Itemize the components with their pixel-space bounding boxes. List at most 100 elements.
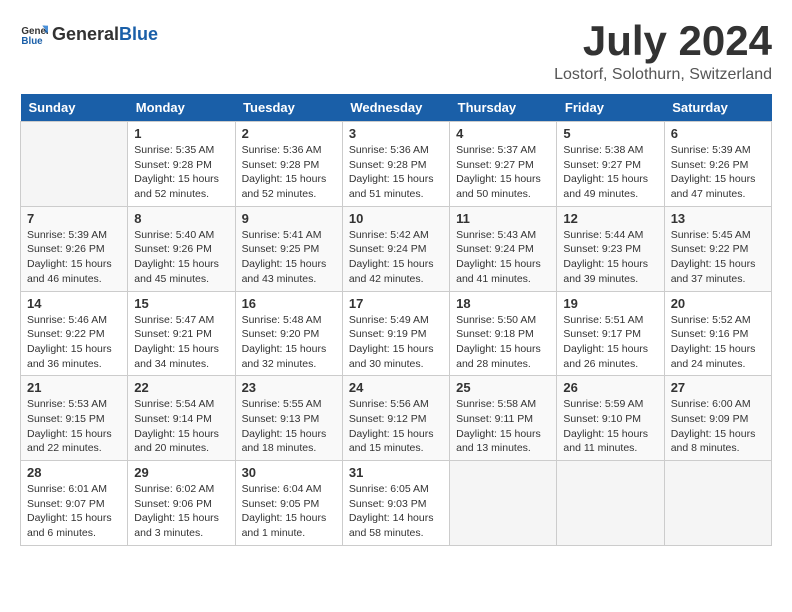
week-row-2: 7 Sunrise: 5:39 AM Sunset: 9:26 PM Daylig…	[21, 206, 772, 291]
calendar-cell: 29Sunrise: 6:02 AM Sunset: 9:06 PM Dayli…	[128, 461, 235, 546]
calendar-cell	[557, 461, 664, 546]
calendar-cell: 17 Sunrise: 5:49 AM Sunset: 9:19 PM Dayli…	[342, 291, 449, 376]
day-info: Sunrise: 5:45 AM Sunset: 9:22 PM Dayligh…	[671, 228, 765, 287]
calendar-cell: 3 Sunrise: 5:36 AM Sunset: 9:28 PM Daylig…	[342, 122, 449, 207]
day-info: Sunrise: 5:49 AM Sunset: 9:19 PM Dayligh…	[349, 313, 443, 372]
day-number: 30	[242, 465, 336, 480]
calendar-cell: 15Sunrise: 5:47 AM Sunset: 9:21 PM Dayli…	[128, 291, 235, 376]
calendar-cell	[450, 461, 557, 546]
day-info: Sunrise: 5:48 AM Sunset: 9:20 PM Dayligh…	[242, 313, 336, 372]
day-number: 18	[456, 296, 550, 311]
calendar-cell: 23Sunrise: 5:55 AM Sunset: 9:13 PM Dayli…	[235, 376, 342, 461]
day-info: Sunrise: 5:44 AM Sunset: 9:23 PM Dayligh…	[563, 228, 657, 287]
calendar-cell: 30 Sunrise: 6:04 AM Sunset: 9:05 PM Dayli…	[235, 461, 342, 546]
day-number: 5	[563, 126, 657, 141]
calendar-cell: 18Sunrise: 5:50 AM Sunset: 9:18 PM Dayli…	[450, 291, 557, 376]
day-info: Sunrise: 5:55 AM Sunset: 9:13 PM Dayligh…	[242, 397, 336, 456]
weekday-header-sunday: Sunday	[21, 94, 128, 122]
day-info: Sunrise: 5:56 AM Sunset: 9:12 PM Dayligh…	[349, 397, 443, 456]
day-number: 26	[563, 380, 657, 395]
day-number: 14	[27, 296, 121, 311]
day-number: 17	[349, 296, 443, 311]
day-number: 7	[27, 211, 121, 226]
day-info: Sunrise: 5:46 AM Sunset: 9:22 PM Dayligh…	[27, 313, 121, 372]
weekday-header-saturday: Saturday	[664, 94, 771, 122]
logo-blue: Blue	[119, 24, 158, 44]
day-number: 22	[134, 380, 228, 395]
day-info: Sunrise: 5:59 AM Sunset: 9:10 PM Dayligh…	[563, 397, 657, 456]
calendar-cell: 27 Sunrise: 6:00 AM Sunset: 9:09 PM Dayli…	[664, 376, 771, 461]
day-info: Sunrise: 5:42 AM Sunset: 9:24 PM Dayligh…	[349, 228, 443, 287]
day-number: 20	[671, 296, 765, 311]
day-number: 16	[242, 296, 336, 311]
day-info: Sunrise: 5:35 AM Sunset: 9:28 PM Dayligh…	[134, 143, 228, 202]
calendar-cell: 4 Sunrise: 5:37 AM Sunset: 9:27 PM Daylig…	[450, 122, 557, 207]
day-number: 2	[242, 126, 336, 141]
day-info: Sunrise: 5:47 AM Sunset: 9:21 PM Dayligh…	[134, 313, 228, 372]
calendar-cell: 6 Sunrise: 5:39 AM Sunset: 9:26 PM Daylig…	[664, 122, 771, 207]
day-number: 31	[349, 465, 443, 480]
day-number: 9	[242, 211, 336, 226]
calendar-cell: 16 Sunrise: 5:48 AM Sunset: 9:20 PM Dayli…	[235, 291, 342, 376]
day-number: 27	[671, 380, 765, 395]
calendar-cell: 26 Sunrise: 5:59 AM Sunset: 9:10 PM Dayli…	[557, 376, 664, 461]
weekday-header-monday: Monday	[128, 94, 235, 122]
calendar-cell	[21, 122, 128, 207]
calendar-cell: 2 Sunrise: 5:36 AM Sunset: 9:28 PM Daylig…	[235, 122, 342, 207]
day-number: 13	[671, 211, 765, 226]
calendar-cell: 11 Sunrise: 5:43 AM Sunset: 9:24 PM Dayli…	[450, 206, 557, 291]
weekday-header-friday: Friday	[557, 94, 664, 122]
day-number: 21	[27, 380, 121, 395]
day-info: Sunrise: 5:36 AM Sunset: 9:28 PM Dayligh…	[242, 143, 336, 202]
day-info: Sunrise: 5:36 AM Sunset: 9:28 PM Dayligh…	[349, 143, 443, 202]
weekday-header-wednesday: Wednesday	[342, 94, 449, 122]
location-title: Lostorf, Solothurn, Switzerland	[554, 66, 772, 84]
month-title: July 2024	[554, 20, 772, 62]
logo: General Blue GeneralBlue	[20, 20, 158, 48]
day-number: 1	[134, 126, 228, 141]
day-number: 3	[349, 126, 443, 141]
calendar-cell: 20Sunrise: 5:52 AM Sunset: 9:16 PM Dayli…	[664, 291, 771, 376]
day-number: 6	[671, 126, 765, 141]
day-number: 24	[349, 380, 443, 395]
day-info: Sunrise: 5:51 AM Sunset: 9:17 PM Dayligh…	[563, 313, 657, 372]
calendar-cell: 9 Sunrise: 5:41 AM Sunset: 9:25 PM Daylig…	[235, 206, 342, 291]
calendar-cell: 21 Sunrise: 5:53 AM Sunset: 9:15 PM Dayli…	[21, 376, 128, 461]
week-row-1: 1 Sunrise: 5:35 AM Sunset: 9:28 PM Daylig…	[21, 122, 772, 207]
calendar-cell: 10 Sunrise: 5:42 AM Sunset: 9:24 PM Dayli…	[342, 206, 449, 291]
day-number: 11	[456, 211, 550, 226]
calendar-cell: 5Sunrise: 5:38 AM Sunset: 9:27 PM Daylig…	[557, 122, 664, 207]
day-info: Sunrise: 5:39 AM Sunset: 9:26 PM Dayligh…	[27, 228, 121, 287]
svg-text:Blue: Blue	[21, 36, 43, 47]
calendar-cell: 19Sunrise: 5:51 AM Sunset: 9:17 PM Dayli…	[557, 291, 664, 376]
day-info: Sunrise: 5:43 AM Sunset: 9:24 PM Dayligh…	[456, 228, 550, 287]
calendar-cell: 7 Sunrise: 5:39 AM Sunset: 9:26 PM Daylig…	[21, 206, 128, 291]
day-info: Sunrise: 5:40 AM Sunset: 9:26 PM Dayligh…	[134, 228, 228, 287]
day-info: Sunrise: 5:39 AM Sunset: 9:26 PM Dayligh…	[671, 143, 765, 202]
title-area: July 2024 Lostorf, Solothurn, Switzerlan…	[554, 20, 772, 84]
day-info: Sunrise: 5:41 AM Sunset: 9:25 PM Dayligh…	[242, 228, 336, 287]
calendar-cell: 24 Sunrise: 5:56 AM Sunset: 9:12 PM Dayli…	[342, 376, 449, 461]
week-row-4: 21 Sunrise: 5:53 AM Sunset: 9:15 PM Dayli…	[21, 376, 772, 461]
calendar-cell: 8Sunrise: 5:40 AM Sunset: 9:26 PM Daylig…	[128, 206, 235, 291]
day-info: Sunrise: 5:53 AM Sunset: 9:15 PM Dayligh…	[27, 397, 121, 456]
weekday-header-row: SundayMondayTuesdayWednesdayThursdayFrid…	[21, 94, 772, 122]
day-info: Sunrise: 5:37 AM Sunset: 9:27 PM Dayligh…	[456, 143, 550, 202]
day-number: 28	[27, 465, 121, 480]
day-number: 25	[456, 380, 550, 395]
day-info: Sunrise: 6:01 AM Sunset: 9:07 PM Dayligh…	[27, 482, 121, 541]
calendar-cell	[664, 461, 771, 546]
calendar-cell: 13 Sunrise: 5:45 AM Sunset: 9:22 PM Dayli…	[664, 206, 771, 291]
logo-icon: General Blue	[20, 20, 48, 48]
day-number: 4	[456, 126, 550, 141]
calendar-cell: 31Sunrise: 6:05 AM Sunset: 9:03 PM Dayli…	[342, 461, 449, 546]
day-info: Sunrise: 6:04 AM Sunset: 9:05 PM Dayligh…	[242, 482, 336, 541]
logo-general: General	[52, 24, 119, 44]
day-info: Sunrise: 5:58 AM Sunset: 9:11 PM Dayligh…	[456, 397, 550, 456]
week-row-5: 28 Sunrise: 6:01 AM Sunset: 9:07 PM Dayli…	[21, 461, 772, 546]
day-number: 10	[349, 211, 443, 226]
weekday-header-thursday: Thursday	[450, 94, 557, 122]
day-number: 29	[134, 465, 228, 480]
calendar-cell: 1 Sunrise: 5:35 AM Sunset: 9:28 PM Daylig…	[128, 122, 235, 207]
day-info: Sunrise: 6:00 AM Sunset: 9:09 PM Dayligh…	[671, 397, 765, 456]
